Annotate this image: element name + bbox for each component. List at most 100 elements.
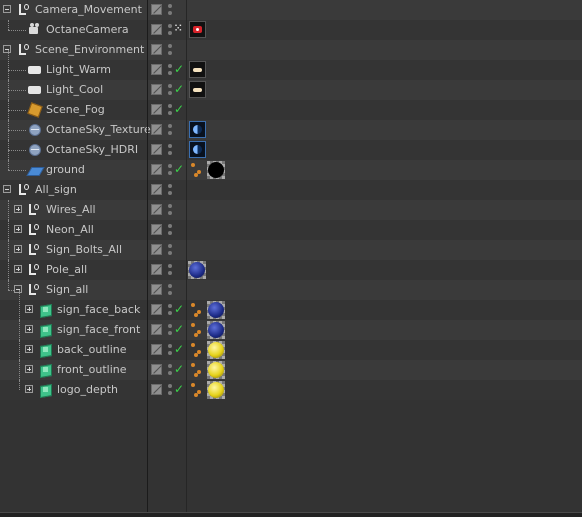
- enabled-check-icon[interactable]: ✓: [174, 162, 184, 176]
- object-row-back-outline[interactable]: back_outline ✓: [0, 340, 582, 360]
- column-divider[interactable]: [147, 0, 148, 513]
- object-row-sign-face-back[interactable]: sign_face_back ✓: [0, 290, 582, 320]
- enabled-check-icon[interactable]: ✓: [174, 302, 184, 316]
- layer-visibility-icon[interactable]: [151, 44, 162, 55]
- enabled-check-icon[interactable]: ✓: [174, 362, 184, 376]
- editor-render-visibility-dots[interactable]: [167, 263, 173, 277]
- octane-camera-tag[interactable]: [189, 21, 206, 38]
- material-tag-blue[interactable]: [188, 261, 206, 279]
- object-row-scene-environment[interactable]: Scene_Environment: [0, 40, 582, 60]
- editor-render-visibility-dots[interactable]: [167, 303, 173, 317]
- editor-render-visibility-dots[interactable]: [167, 103, 173, 117]
- layer-visibility-icon[interactable]: [151, 184, 162, 195]
- object-row-scene-fog[interactable]: Scene_Fog ✓: [0, 100, 582, 120]
- layer-visibility-icon[interactable]: [151, 264, 162, 275]
- phong-tag[interactable]: [189, 161, 206, 178]
- object-name[interactable]: logo_depth: [57, 383, 118, 396]
- material-tag-yellow[interactable]: [207, 381, 225, 399]
- material-tag-blue[interactable]: [207, 301, 225, 319]
- octane-light-tag[interactable]: [189, 81, 206, 98]
- phong-tag[interactable]: [189, 341, 206, 358]
- enabled-check-icon[interactable]: ✓: [174, 322, 184, 336]
- layer-visibility-icon[interactable]: [151, 344, 162, 355]
- expand-toggle[interactable]: [25, 325, 33, 333]
- object-row-wires-all[interactable]: Wires_All: [0, 200, 582, 220]
- phong-tag[interactable]: [189, 301, 206, 318]
- editor-render-visibility-dots[interactable]: [167, 283, 173, 297]
- layer-visibility-icon[interactable]: [151, 244, 162, 255]
- object-row-sign-face-front[interactable]: sign_face_front ✓: [0, 320, 582, 340]
- phong-tag[interactable]: [189, 381, 206, 398]
- material-tag-yellow[interactable]: [207, 341, 225, 359]
- object-row-logo-depth[interactable]: logo_depth ✓: [0, 380, 582, 400]
- object-name[interactable]: OctaneSky_HDRI: [46, 143, 138, 156]
- expand-toggle[interactable]: [14, 225, 22, 233]
- layer-visibility-icon[interactable]: [151, 304, 162, 315]
- object-name[interactable]: Pole_all: [46, 263, 87, 276]
- editor-render-visibility-dots[interactable]: [167, 83, 173, 97]
- object-name[interactable]: All_sign: [35, 183, 77, 196]
- layer-visibility-icon[interactable]: [151, 144, 162, 155]
- object-name[interactable]: OctaneCamera: [46, 23, 129, 36]
- expand-toggle[interactable]: [14, 265, 22, 273]
- editor-render-visibility-dots[interactable]: [167, 383, 173, 397]
- layer-visibility-icon[interactable]: [151, 64, 162, 75]
- layer-visibility-icon[interactable]: [151, 384, 162, 395]
- expand-toggle[interactable]: [14, 245, 22, 253]
- enabled-check-icon[interactable]: ✓: [174, 82, 184, 96]
- object-row-sign-bolts-all[interactable]: Sign_Bolts_All: [0, 240, 582, 260]
- object-row-sign-all[interactable]: Sign_all: [0, 280, 582, 300]
- object-name[interactable]: Sign_all: [46, 283, 88, 296]
- expand-toggle[interactable]: [25, 345, 33, 353]
- object-row-all-sign[interactable]: All_sign: [0, 180, 582, 200]
- octane-environment-tag[interactable]: [189, 121, 206, 138]
- editor-render-visibility-dots[interactable]: [167, 123, 173, 137]
- collapse-toggle[interactable]: [14, 285, 22, 293]
- enabled-check-icon[interactable]: ✓: [174, 62, 184, 76]
- editor-render-visibility-dots[interactable]: [167, 163, 173, 177]
- layer-visibility-icon[interactable]: [151, 104, 162, 115]
- object-row-light-warm[interactable]: Light_Warm ✓: [0, 50, 582, 80]
- layer-visibility-icon[interactable]: [151, 84, 162, 95]
- editor-render-visibility-dots[interactable]: [167, 223, 173, 237]
- object-name[interactable]: Camera_Movement: [35, 3, 142, 16]
- editor-render-visibility-dots[interactable]: [167, 3, 173, 17]
- object-name[interactable]: Neon_All: [46, 223, 94, 236]
- layer-visibility-icon[interactable]: [151, 4, 162, 15]
- layer-visibility-icon[interactable]: [151, 204, 162, 215]
- material-tag-yellow[interactable]: [207, 361, 225, 379]
- layer-visibility-icon[interactable]: [151, 124, 162, 135]
- expand-toggle[interactable]: [25, 385, 33, 393]
- phong-tag[interactable]: [189, 321, 206, 338]
- collapse-toggle[interactable]: [3, 185, 11, 193]
- octane-environment-tag[interactable]: [189, 141, 206, 158]
- object-name[interactable]: Scene_Fog: [46, 103, 105, 116]
- object-row-front-outline[interactable]: front_outline ✓: [0, 360, 582, 380]
- object-row-octane-camera[interactable]: OctaneCamera ⁙: [0, 20, 582, 40]
- material-tag-black[interactable]: [207, 161, 225, 179]
- phong-tag[interactable]: [189, 361, 206, 378]
- expand-toggle[interactable]: [14, 205, 22, 213]
- object-row-octanesky-hdri[interactable]: OctaneSky_HDRI: [0, 140, 582, 160]
- expand-toggle[interactable]: [25, 305, 33, 313]
- octane-light-tag[interactable]: [189, 61, 206, 78]
- object-row-camera-movement[interactable]: Camera_Movement: [0, 0, 582, 20]
- layer-visibility-icon[interactable]: [151, 224, 162, 235]
- object-name[interactable]: Scene_Environment: [35, 43, 144, 56]
- object-name[interactable]: Light_Warm: [46, 63, 111, 76]
- layer-visibility-icon[interactable]: [151, 364, 162, 375]
- layer-visibility-icon[interactable]: [151, 24, 162, 35]
- object-row-neon-all[interactable]: Neon_All: [0, 220, 582, 240]
- editor-render-visibility-dots[interactable]: [167, 323, 173, 337]
- object-name[interactable]: back_outline: [57, 343, 127, 356]
- editor-render-visibility-dots[interactable]: [167, 343, 173, 357]
- layer-visibility-icon[interactable]: [151, 324, 162, 335]
- object-name[interactable]: ground: [46, 163, 85, 176]
- target-icon[interactable]: ⁙: [174, 23, 182, 34]
- enabled-check-icon[interactable]: ✓: [174, 342, 184, 356]
- expand-toggle[interactable]: [25, 365, 33, 373]
- object-name[interactable]: Wires_All: [46, 203, 96, 216]
- object-name[interactable]: Sign_Bolts_All: [46, 243, 122, 256]
- object-row-ground[interactable]: ground ✓: [0, 160, 582, 180]
- object-name[interactable]: OctaneSky_Texture: [46, 123, 151, 136]
